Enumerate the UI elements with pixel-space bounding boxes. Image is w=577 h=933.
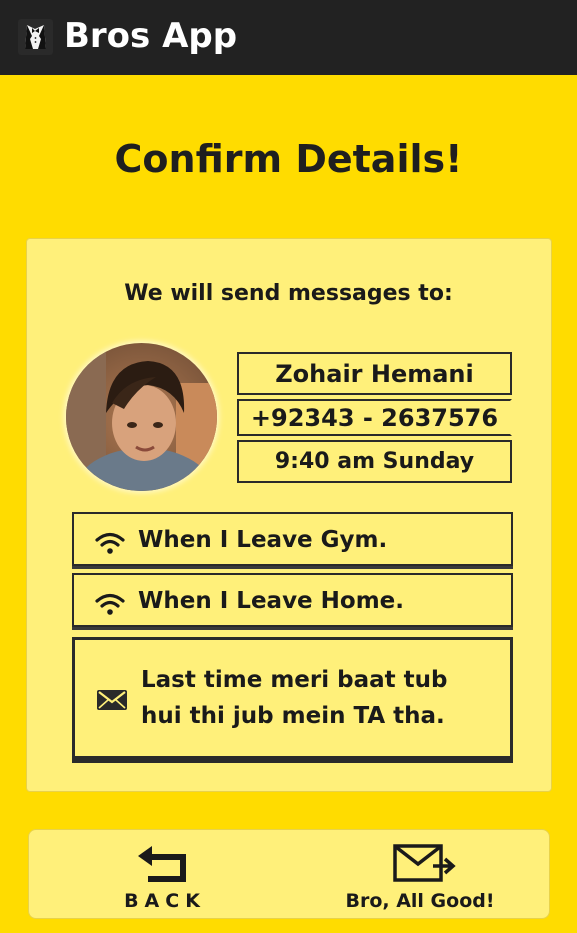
tuxedo-icon <box>18 19 53 55</box>
page-title: Confirm Details! <box>114 137 463 181</box>
contact-phone: +92343 - 2637576 <box>237 399 512 436</box>
trigger-leave-gym[interactable]: When I Leave Gym. <box>72 512 513 566</box>
send-mail-icon <box>393 844 456 882</box>
trigger-label: When I Leave Gym. <box>138 527 388 553</box>
confirm-send-button[interactable]: Bro, All Good! <box>340 838 500 916</box>
confirm-label: Bro, All Good! <box>345 890 495 912</box>
trigger-leave-home[interactable]: When I Leave Home. <box>72 573 513 627</box>
envelope-icon <box>97 690 127 710</box>
wifi-icon <box>95 532 125 554</box>
app-title: Bros App <box>64 16 238 56</box>
back-arrow-icon <box>138 846 186 882</box>
wifi-icon <box>95 593 125 615</box>
contact-name: Zohair Hemani <box>237 352 512 395</box>
schedule-time: 9:40 am Sunday <box>237 440 512 483</box>
app-bar: Bros App <box>0 0 577 75</box>
card-heading: We will send messages to: <box>124 281 453 306</box>
message-box[interactable]: Last time meri baat tub hui thi jub mein… <box>72 637 513 759</box>
back-button[interactable]: BACK <box>100 838 230 916</box>
back-label: BACK <box>124 890 206 912</box>
trigger-label: When I Leave Home. <box>138 588 405 614</box>
contact-avatar[interactable] <box>66 343 217 491</box>
message-text: Last time meri baat tub hui thi jub mein… <box>141 667 448 729</box>
